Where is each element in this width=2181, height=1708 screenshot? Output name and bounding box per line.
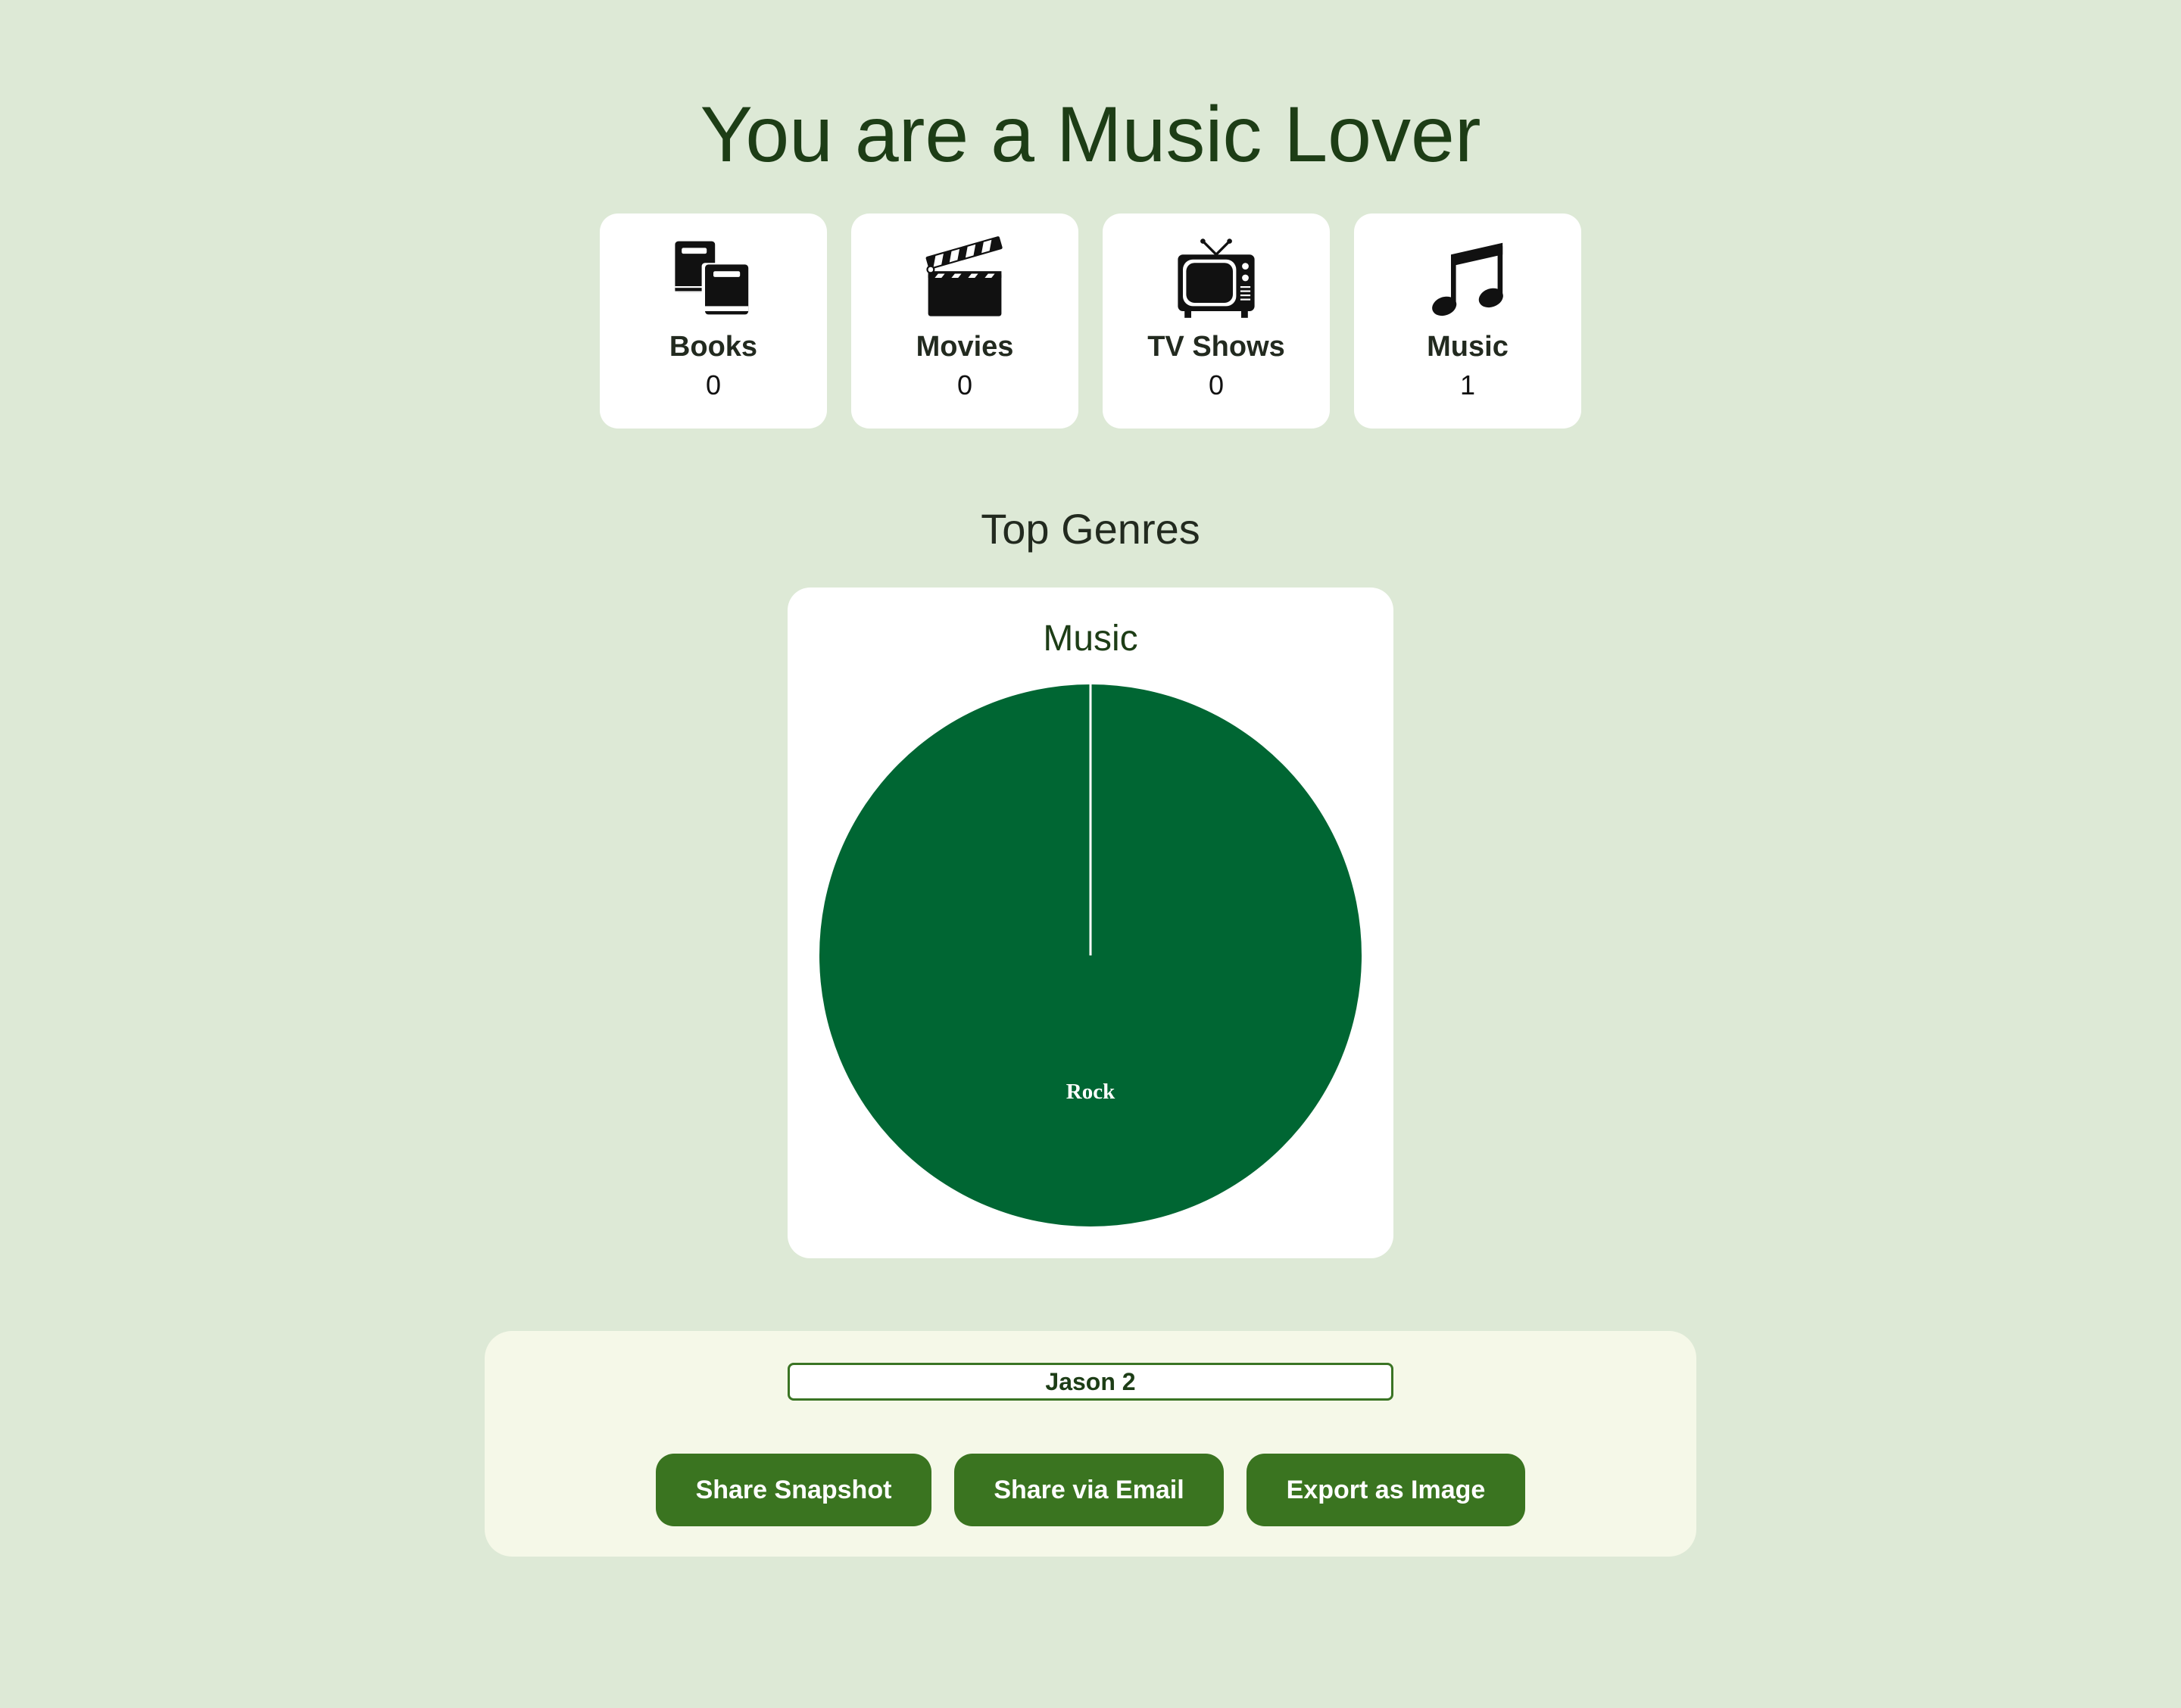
stat-count: 0 <box>956 369 973 401</box>
stat-card-music[interactable]: Music 1 <box>1354 214 1581 429</box>
music-genre-chart-card: Music Rock <box>788 588 1393 1258</box>
television-icon <box>1103 236 1330 319</box>
stat-count: 0 <box>1208 369 1225 401</box>
page-title: You are a Music Lover <box>700 91 1481 179</box>
stat-label: Books <box>669 331 758 363</box>
stat-label: Music <box>1427 331 1509 363</box>
share-email-button[interactable]: Share via Email <box>954 1454 1224 1526</box>
clapperboard-icon <box>851 236 1078 319</box>
stat-label: TV Shows <box>1147 331 1285 363</box>
books-icon <box>600 236 827 319</box>
music-note-icon <box>1354 236 1581 319</box>
name-input[interactable] <box>788 1363 1393 1401</box>
pie-slice-label: Rock <box>1066 1080 1115 1104</box>
stat-card-movies[interactable]: Movies 0 <box>851 214 1078 429</box>
stat-card-books[interactable]: Books 0 <box>600 214 827 429</box>
stat-label: Movies <box>916 331 1014 363</box>
chart-title: Music <box>1043 619 1138 659</box>
stat-card-tv-shows[interactable]: TV Shows 0 <box>1103 214 1330 429</box>
top-genres-title: Top Genres <box>981 505 1200 553</box>
share-snapshot-button[interactable]: Share Snapshot <box>656 1454 931 1526</box>
genre-pie-chart: Rock <box>819 684 1362 1226</box>
share-panel: Share Snapshot Share via Email Export as… <box>485 1331 1696 1557</box>
export-image-button[interactable]: Export as Image <box>1247 1454 1525 1526</box>
stat-count: 0 <box>705 369 722 401</box>
stat-count: 1 <box>1459 369 1476 401</box>
category-stats: Books 0 Movies 0 TV Shows 0 Music 1 <box>600 214 1581 429</box>
